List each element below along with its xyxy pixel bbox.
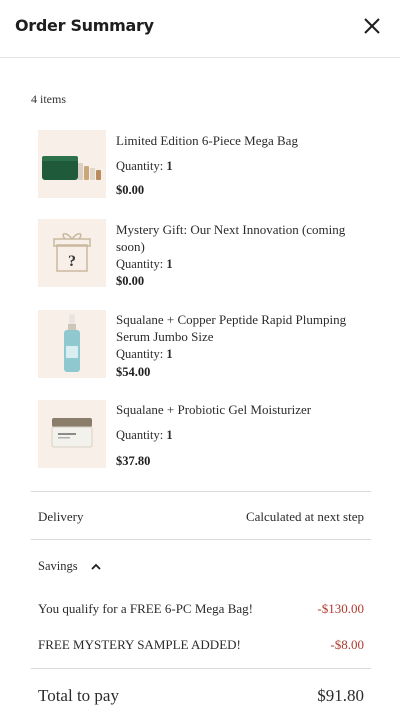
- savings-line-value: -$8.00: [330, 637, 364, 652]
- product-name[interactable]: Squalane + Copper Peptide Rapid Plumping…: [116, 311, 371, 345]
- list-item: Limited Edition 6-Piece Mega Bag Quantit…: [0, 130, 400, 210]
- item-count: 4 items: [31, 92, 66, 106]
- quantity-value: 1: [166, 159, 173, 173]
- product-quantity: Quantity: 1: [116, 347, 173, 362]
- savings-line-label: FREE MYSTERY SAMPLE ADDED!: [38, 637, 241, 652]
- moisturizer-jar-icon: [51, 418, 93, 448]
- product-image-mega-bag: [38, 130, 106, 198]
- savings-toggle[interactable]: Savings: [38, 559, 102, 574]
- order-summary-header: Order Summary: [0, 0, 400, 58]
- total-value: $91.80: [317, 686, 364, 705]
- quantity-value: 1: [166, 428, 173, 442]
- product-image-mystery-gift: ?: [38, 219, 106, 287]
- product-price: $37.80: [116, 454, 151, 468]
- product-price: $0.00: [116, 183, 145, 197]
- delivery-label: Delivery: [38, 509, 84, 524]
- product-quantity: Quantity: 1: [116, 159, 173, 174]
- quantity-label: Quantity:: [116, 428, 167, 442]
- divider: [31, 668, 371, 669]
- close-icon[interactable]: [360, 14, 384, 38]
- divider: [31, 491, 371, 492]
- product-name[interactable]: Limited Edition 6-Piece Mega Bag: [116, 132, 371, 149]
- product-name[interactable]: Squalane + Probiotic Gel Moisturizer: [116, 401, 371, 418]
- serum-bottle-icon: [64, 314, 80, 372]
- green-bag-with-bottles-icon: [42, 156, 101, 180]
- list-item: Squalane + Probiotic Gel Moisturizer Qua…: [0, 400, 400, 480]
- product-price: $54.00: [116, 365, 151, 379]
- product-name[interactable]: Mystery Gift: Our Next Innovation (comin…: [116, 221, 371, 255]
- quantity-label: Quantity:: [116, 159, 167, 173]
- quantity-label: Quantity:: [116, 347, 167, 361]
- list-item: Squalane + Copper Peptide Rapid Plumping…: [0, 310, 400, 390]
- savings-line-label: You qualify for a FREE 6-PC Mega Bag!: [38, 601, 253, 616]
- svg-text:?: ?: [68, 253, 76, 270]
- divider: [31, 539, 371, 540]
- page-title: Order Summary: [15, 16, 154, 35]
- quantity-value: 1: [166, 257, 173, 271]
- product-image-moisturizer: [38, 400, 106, 468]
- savings-label: Savings: [38, 559, 78, 573]
- savings-line-value: -$130.00: [317, 601, 364, 616]
- product-quantity: Quantity: 1: [116, 428, 173, 443]
- quantity-label: Quantity:: [116, 257, 167, 271]
- list-item: ? Mystery Gift: Our Next Innovation (com…: [0, 219, 400, 299]
- chevron-up-icon: [90, 561, 102, 573]
- delivery-value: Calculated at next step: [245, 509, 364, 524]
- product-quantity: Quantity: 1: [116, 257, 173, 272]
- total-label: Total to pay: [38, 686, 119, 705]
- gift-box-question-mark-icon: ?: [53, 233, 91, 272]
- quantity-value: 1: [166, 347, 173, 361]
- product-image-serum: [38, 310, 106, 378]
- product-price: $0.00: [116, 274, 145, 288]
